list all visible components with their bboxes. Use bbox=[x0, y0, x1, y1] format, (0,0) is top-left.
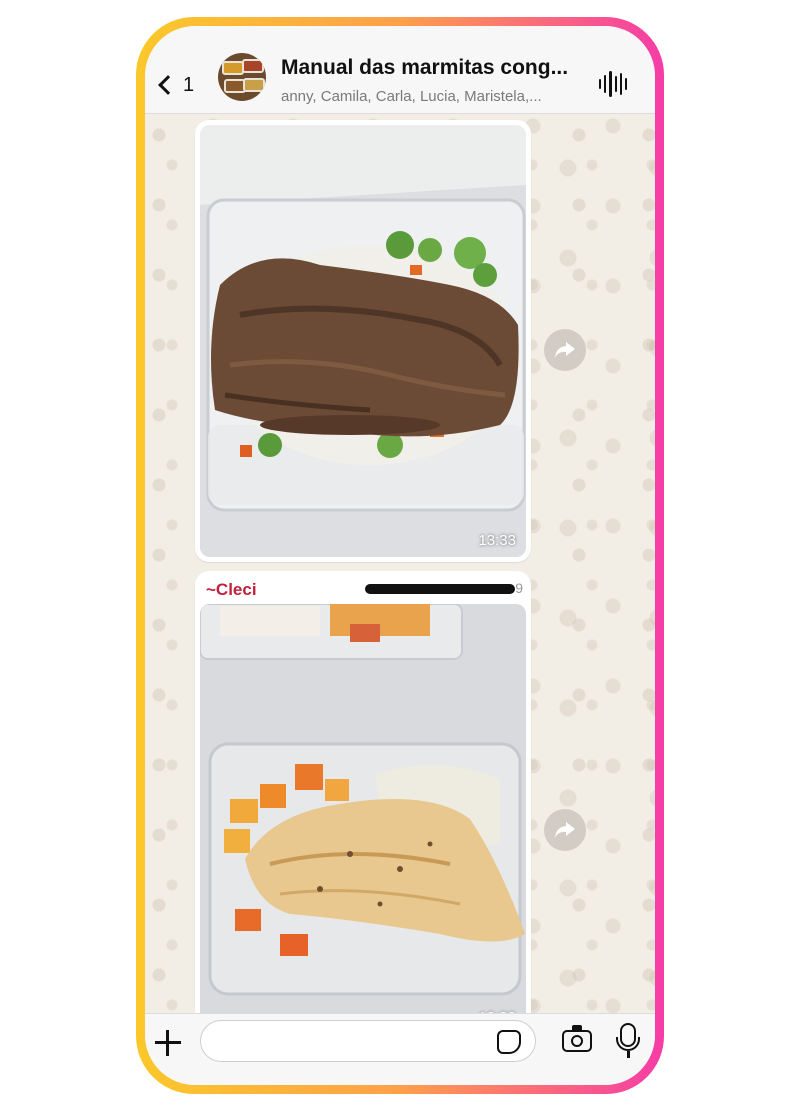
group-members[interactable]: anny, Camila, Carla, Lucia, Maristela,..… bbox=[281, 88, 591, 105]
microphone-stand bbox=[616, 1037, 640, 1051]
compose-bar bbox=[145, 1013, 655, 1085]
chevron-left-icon bbox=[158, 75, 178, 95]
redacted-phone bbox=[365, 584, 515, 594]
message-time: 13:33 bbox=[478, 532, 516, 549]
image-message[interactable]: ~Cleci 9 bbox=[195, 571, 531, 1041]
chat-screen: 1 Manual das marmitas cong... anny, Cami… bbox=[145, 26, 655, 1085]
sender-phone-tail: 9 bbox=[515, 580, 523, 596]
forward-button[interactable] bbox=[544, 809, 586, 851]
back-button[interactable]: 1 bbox=[155, 70, 195, 100]
attach-plus-icon[interactable] bbox=[153, 1028, 183, 1058]
image-message[interactable]: 13:33 bbox=[195, 120, 531, 562]
photo-beef-rice-vegetables[interactable]: 13:33 bbox=[200, 125, 526, 557]
chat-header: 1 Manual das marmitas cong... anny, Cami… bbox=[145, 26, 655, 114]
photo-chicken-vegetables-image bbox=[200, 604, 526, 1034]
group-title[interactable]: Manual das marmitas cong... bbox=[281, 56, 591, 80]
camera-icon[interactable] bbox=[562, 1025, 592, 1052]
forward-arrow-icon bbox=[555, 822, 575, 838]
forward-button[interactable] bbox=[544, 329, 586, 371]
message-input[interactable] bbox=[200, 1020, 536, 1062]
photo-chicken-vegetables[interactable]: 13:33 bbox=[200, 604, 526, 1034]
unread-count: 1 bbox=[183, 73, 195, 96]
forward-arrow-icon bbox=[555, 342, 575, 358]
voice-chat-icon[interactable] bbox=[599, 70, 628, 98]
phone-frame: 1 Manual das marmitas cong... anny, Cami… bbox=[136, 17, 664, 1094]
microphone-base bbox=[627, 1051, 630, 1058]
group-avatar[interactable] bbox=[218, 53, 266, 101]
sticker-icon[interactable] bbox=[497, 1030, 521, 1054]
photo-beef-rice-vegetables-image bbox=[200, 125, 526, 557]
